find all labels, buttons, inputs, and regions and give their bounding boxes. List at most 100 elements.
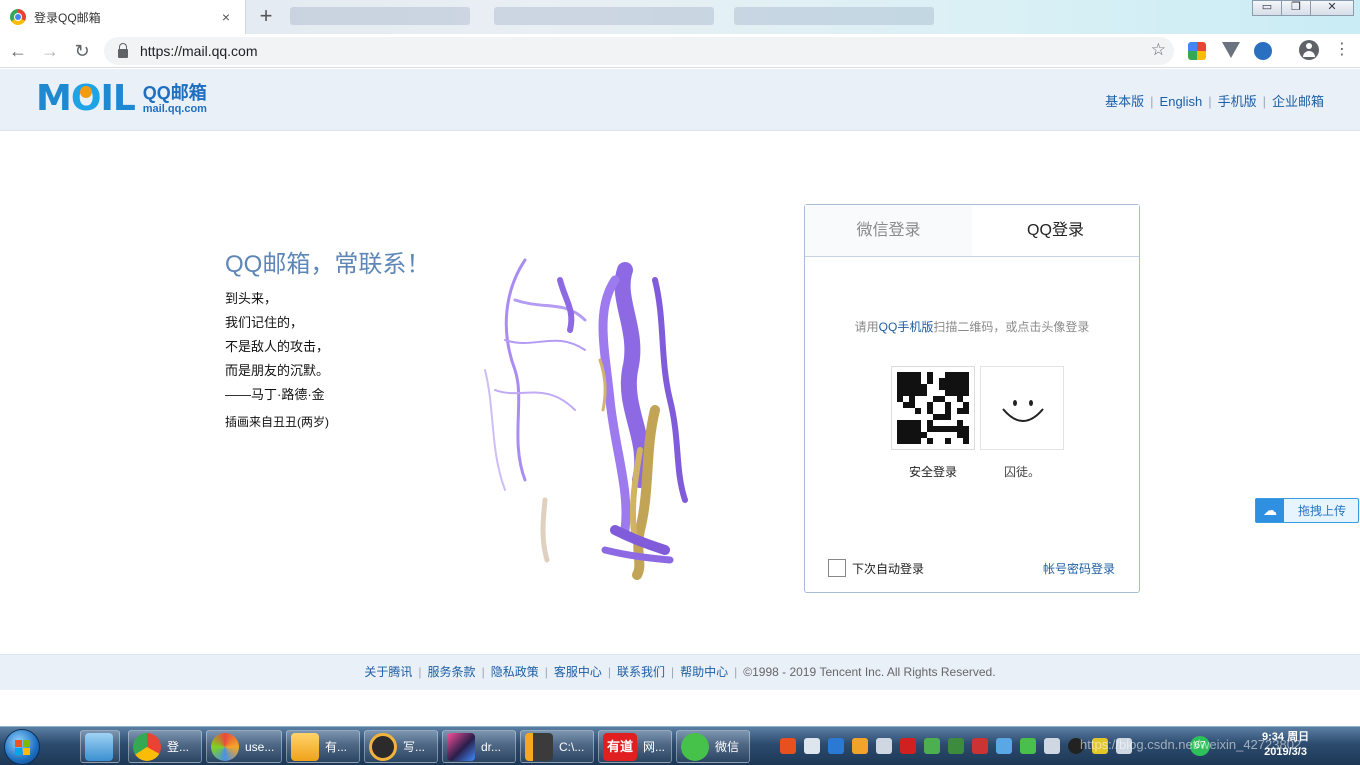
browser-tab-strip: 登录QQ邮箱 × + ▭ ❐ ✕ [0, 0, 1360, 34]
tray-wechat-icon[interactable] [1020, 738, 1036, 754]
qr-code-matrix [897, 372, 969, 444]
bookmark-star-icon[interactable]: ☆ [1151, 40, 1166, 60]
slogan: QQ邮箱，常联系！ [225, 251, 431, 278]
login-tabs: 微信登录 QQ登录 [805, 205, 1139, 257]
tab-title: 登录QQ邮箱 [34, 10, 101, 25]
tray-shield-icon[interactable] [828, 738, 844, 754]
footer-link-about[interactable]: 关于腾讯 [364, 665, 412, 679]
browser-toolbar: ← → ↻ https://mail.qq.com ☆ ⋮ [0, 34, 1360, 68]
auto-login-label: 下次自动登录 [852, 561, 925, 576]
background-tab[interactable] [290, 7, 470, 25]
smiley-avatar-icon [1002, 400, 1044, 422]
vpn-icon [369, 732, 397, 761]
tray-app-icon[interactable] [900, 738, 916, 754]
taskbar-item[interactable]: use... [206, 730, 282, 763]
extension-icon[interactable] [1188, 42, 1206, 60]
taskbar-item[interactable]: 写... [364, 730, 438, 763]
poem-line: 我们记住的， [225, 315, 304, 330]
avatar-nickname[interactable]: 囚徒。 [980, 463, 1064, 480]
qq-mail-logo[interactable]: MOIL QQ邮箱 mail.qq.com [36, 81, 207, 117]
tab-close-icon[interactable]: × [217, 8, 235, 26]
qr-caption: 安全登录 [908, 465, 957, 479]
taskbar-item[interactable]: 有道 网... [598, 730, 672, 763]
forward-button[interactable]: → [38, 39, 62, 63]
footer-link-privacy[interactable]: 隐私政策 [491, 665, 539, 679]
desktop-icon [85, 732, 113, 761]
extension-icon[interactable] [1254, 42, 1272, 60]
background-tab[interactable] [734, 7, 934, 25]
qq-mobile-link[interactable]: QQ手机版 [879, 320, 934, 334]
browser-menu-icon[interactable]: ⋮ [1334, 40, 1350, 60]
tab-qq-login[interactable]: QQ登录 [972, 205, 1139, 256]
login-panel: 微信登录 QQ登录 请用QQ手机版扫描二维码，或点击头像登录 安全登录 囚徒。 … [804, 204, 1140, 593]
poem-line: 到头来， [225, 291, 278, 306]
footer-link-support[interactable]: 客服中心 [554, 665, 602, 679]
wechat-icon [681, 732, 709, 761]
page-header: MOIL QQ邮箱 mail.qq.com 基本版 | English | 手机版 | 企业… [0, 69, 1360, 131]
folder-icon [291, 732, 319, 761]
tray-nvidia-icon[interactable] [924, 738, 940, 754]
back-button[interactable]: ← [6, 39, 30, 63]
logo-title: QQ邮箱 [142, 83, 207, 103]
chrome-favicon-icon [10, 9, 26, 25]
sublime-icon [525, 732, 553, 761]
user-avatar[interactable] [980, 366, 1064, 450]
link-mobile-version[interactable]: 手机版 [1218, 94, 1257, 109]
footer-link-contact[interactable]: 联系我们 [617, 665, 665, 679]
tray-battery-icon[interactable] [948, 738, 964, 754]
drag-upload-widget[interactable]: ☁ 拖拽上传 [1255, 498, 1359, 523]
footer-link-help[interactable]: 帮助中心 [680, 665, 728, 679]
poem-line: 而是朋友的沉默。 [225, 363, 330, 378]
link-basic-version[interactable]: 基本版 [1105, 94, 1144, 109]
tray-box-icon[interactable] [852, 738, 868, 754]
background-tab[interactable] [494, 7, 714, 25]
tray-app-icon[interactable] [972, 738, 988, 754]
link-english[interactable]: English [1160, 94, 1203, 109]
restore-button[interactable]: ❐ [1281, 0, 1311, 16]
reload-button[interactable]: ↻ [70, 39, 94, 63]
page-footer: 关于腾讯 | 服务条款 | 隐私政策 | 客服中心 | 联系我们 | 帮助中心 | ©1998 - 20… [0, 654, 1360, 690]
illustration-credit: 插画来自丑丑(两岁) [225, 415, 329, 429]
taskbar-item[interactable]: 有... [286, 730, 360, 763]
taskbar-item[interactable]: dr... [442, 730, 516, 763]
app-icon [211, 732, 239, 761]
cloud-upload-icon: ☁ [1256, 499, 1284, 522]
footer-link-terms[interactable]: 服务条款 [428, 665, 476, 679]
chrome-icon [133, 732, 161, 761]
auto-login-option[interactable]: 下次自动登录 [828, 559, 924, 577]
poem: 到头来， 我们记住的， 不是敌人的攻击， 而是朋友的沉默。 ——马丁·路德·金 [225, 287, 329, 407]
tab-qq-mail[interactable]: 登录QQ邮箱 × [0, 0, 246, 34]
window-controls: ▭ ❐ ✕ [1252, 0, 1354, 16]
lock-icon [118, 42, 128, 58]
minimize-button[interactable]: ▭ [1252, 0, 1282, 16]
tray-window-icon[interactable] [876, 738, 892, 754]
taskbar-item[interactable]: 登... [128, 730, 202, 763]
qr-code[interactable] [891, 366, 975, 450]
tray-cloud-icon[interactable] [804, 738, 820, 754]
profile-icon[interactable] [1299, 40, 1319, 60]
csdn-watermark: https://blog.csdn.net/weixin_42723802 [1080, 737, 1302, 752]
address-bar[interactable]: https://mail.qq.com ☆ [104, 37, 1174, 65]
tray-sogou-icon[interactable] [780, 738, 796, 754]
auto-login-checkbox[interactable] [828, 559, 846, 577]
tab-wechat-login[interactable]: 微信登录 [805, 205, 972, 256]
vue-devtools-icon[interactable] [1222, 42, 1240, 58]
poem-author: ——马丁·路德·金 [225, 387, 325, 402]
taskbar-item[interactable]: C:\... [520, 730, 594, 763]
new-tab-button[interactable]: + [254, 5, 278, 29]
show-desktop-button[interactable] [80, 730, 120, 763]
logo-mark: MOIL [36, 78, 136, 119]
link-enterprise-mail[interactable]: 企业邮箱 [1272, 94, 1324, 109]
start-button[interactable] [4, 729, 40, 765]
youdao-icon: 有道 [603, 732, 637, 761]
copyright: ©1998 - 2019 Tencent Inc. All Rights Res… [743, 665, 996, 679]
intellij-icon [447, 732, 475, 761]
tray-monitor-icon[interactable] [1044, 738, 1060, 754]
close-window-button[interactable]: ✕ [1310, 0, 1354, 16]
taskbar-item[interactable]: 微信 [676, 730, 750, 763]
header-links: 基本版 | English | 手机版 | 企业邮箱 [1105, 94, 1324, 109]
password-login-link[interactable]: 帐号密码登录 [1043, 560, 1115, 577]
tray-baidu-icon[interactable] [996, 738, 1012, 754]
child-painting-illustration [484, 258, 688, 580]
poem-line: 不是敌人的攻击， [225, 339, 330, 354]
